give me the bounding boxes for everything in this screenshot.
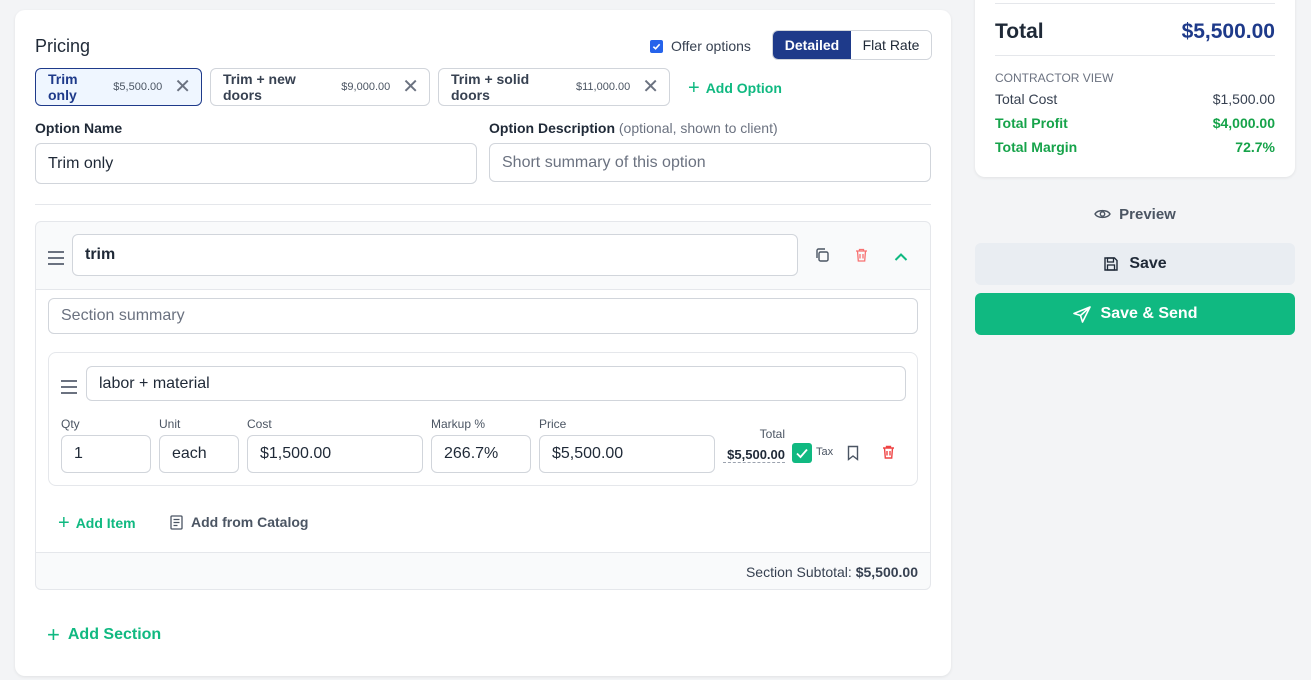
total-margin-label: Total Margin — [995, 139, 1078, 155]
add-from-catalog-button[interactable]: Add from Catalog — [170, 514, 308, 530]
option-chip-price: $5,500.00 — [113, 81, 163, 93]
add-section-button[interactable]: + Add Section — [47, 624, 161, 646]
divider — [995, 3, 1275, 4]
save-button[interactable]: Save — [975, 243, 1295, 285]
chevron-up-icon[interactable] — [894, 249, 908, 267]
pricing-card: Pricing Offer options Detailed Flat Rate… — [15, 10, 951, 676]
trash-icon[interactable] — [881, 444, 896, 465]
unit-input[interactable]: each — [159, 435, 239, 473]
item-name-input[interactable]: labor + material — [86, 366, 906, 401]
tax-checkbox[interactable] — [792, 443, 812, 463]
total-cost-label: Total Cost — [995, 91, 1058, 107]
drag-handle-icon[interactable] — [48, 251, 64, 265]
markup-label: Markup % — [431, 417, 486, 431]
catalog-icon — [170, 514, 183, 530]
item-total-value: $5,500.00 — [723, 447, 785, 463]
save-and-send-label: Save & Send — [1100, 305, 1198, 322]
bookmark-icon[interactable] — [847, 445, 859, 466]
qty-input[interactable]: 1 — [61, 435, 151, 473]
option-name-input[interactable]: Trim only — [35, 143, 477, 184]
option-description-label-text: Option Description — [489, 120, 615, 136]
send-icon — [1072, 305, 1091, 323]
price-input[interactable]: $5,500.00 — [539, 435, 715, 473]
save-icon — [1104, 257, 1119, 271]
divider — [35, 204, 931, 205]
option-chip-name: Trim + solid doors — [451, 71, 530, 103]
eye-icon — [1094, 209, 1111, 219]
summary-card: Total $5,500.00 CONTRACTOR VIEW Total Co… — [975, 0, 1295, 177]
add-option-button[interactable]: + Add Option — [688, 78, 782, 98]
option-chip-price: $9,000.00 — [341, 81, 391, 93]
add-item-label: Add Item — [75, 515, 136, 531]
cost-input[interactable]: $1,500.00 — [247, 435, 423, 473]
summary-total-label: Total — [995, 20, 1044, 43]
check-icon — [796, 448, 808, 459]
mode-toggle: Detailed Flat Rate — [772, 30, 932, 60]
add-option-label: Add Option — [705, 80, 782, 96]
close-icon[interactable]: ✕ — [642, 77, 659, 97]
option-name-label: Option Name — [35, 120, 123, 136]
option-description-hint: (optional, shown to client) — [618, 120, 778, 136]
option-description-label: Option Description (optional, shown to c… — [489, 120, 778, 136]
preview-label: Preview — [1119, 205, 1176, 223]
line-item-card: labor + material Qty 1 Unit each Cost $1… — [48, 352, 918, 486]
drag-handle-icon[interactable] — [61, 380, 77, 394]
option-chip-name: Trim only — [48, 71, 78, 103]
total-margin-value: 72.7% — [1235, 139, 1275, 155]
cost-label: Cost — [247, 417, 272, 431]
plus-icon: + — [47, 622, 60, 647]
divider — [995, 55, 1275, 56]
total-cost-value: $1,500.00 — [1212, 91, 1275, 107]
unit-label: Unit — [159, 417, 181, 431]
save-and-send-button[interactable]: Save & Send — [975, 293, 1295, 335]
section-subtotal: Section Subtotal: $5,500.00 — [746, 564, 918, 580]
section-summary-input[interactable]: Section summary — [48, 298, 918, 334]
preview-button[interactable]: Preview — [975, 200, 1295, 228]
pricing-title: Pricing — [35, 36, 91, 56]
markup-input[interactable]: 266.7% — [431, 435, 531, 473]
add-from-catalog-label: Add from Catalog — [191, 514, 309, 530]
plus-icon: + — [58, 512, 70, 534]
tax-label: Tax — [816, 446, 834, 458]
price-label: Price — [539, 417, 567, 431]
option-chip-trim-new-doors[interactable]: Trim + new doors $9,000.00 ✕ — [210, 68, 430, 106]
check-icon — [652, 43, 661, 50]
add-section-label: Add Section — [67, 626, 162, 643]
duplicate-icon[interactable] — [814, 247, 830, 268]
trash-icon[interactable] — [854, 247, 869, 268]
option-description-input[interactable]: Short summary of this option — [489, 143, 931, 182]
plus-icon: + — [688, 77, 700, 99]
option-chip-trim-solid-doors[interactable]: Trim + solid doors $11,000.00 ✕ — [438, 68, 670, 106]
offer-options-label: Offer options — [671, 38, 751, 54]
section-subtotal-value: $5,500.00 — [855, 564, 918, 580]
contractor-view-label: CONTRACTOR VIEW — [995, 71, 1114, 85]
option-chip-trim-only[interactable]: Trim only $5,500.00 ✕ — [35, 68, 202, 106]
option-chip-name: Trim + new doors — [223, 71, 296, 103]
close-icon[interactable]: ✕ — [402, 77, 419, 97]
option-chip-price: $11,000.00 — [575, 81, 631, 93]
section-card: trim Section summary labor + material Qt… — [35, 221, 931, 590]
offer-options-toggle[interactable]: Offer options — [650, 38, 751, 54]
section-subtotal-label: Section Subtotal: — [745, 564, 852, 580]
offer-options-checkbox[interactable] — [650, 39, 663, 53]
total-label: Total — [759, 427, 785, 441]
section-name-input[interactable]: trim — [72, 234, 798, 276]
total-profit-value: $4,000.00 — [1212, 115, 1275, 131]
close-icon[interactable]: ✕ — [174, 77, 191, 97]
total-profit-label: Total Profit — [995, 115, 1068, 131]
summary-total-value: $5,500.00 — [1181, 20, 1275, 43]
qty-label: Qty — [61, 417, 80, 431]
save-label: Save — [1129, 255, 1167, 272]
add-item-button[interactable]: + Add Item — [58, 513, 136, 533]
mode-flat-rate-button[interactable]: Flat Rate — [851, 31, 931, 59]
section-body: Section summary labor + material Qty 1 U… — [36, 289, 930, 553]
mode-detailed-button[interactable]: Detailed — [773, 31, 851, 59]
